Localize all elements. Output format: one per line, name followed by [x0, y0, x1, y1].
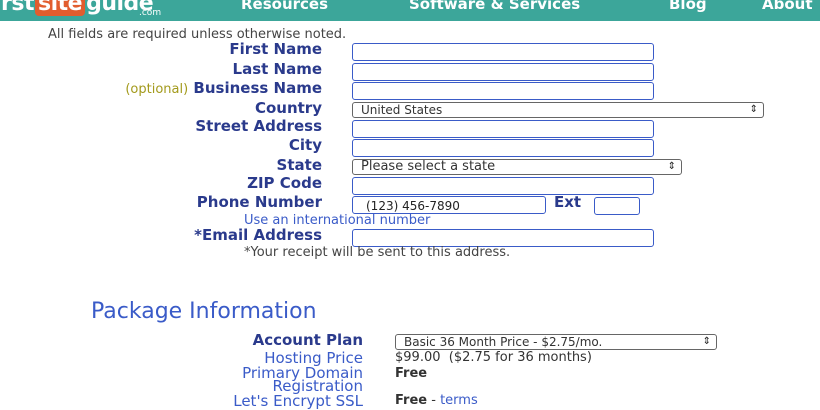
logo-subtext: .com	[139, 8, 162, 18]
country-label: Country	[254, 99, 322, 117]
ssl-terms-link[interactable]: terms	[440, 393, 478, 408]
account-plan-selected-value: Basic 36 Month Price - $2.75/mo.	[404, 335, 603, 349]
up-down-chevron-icon: ⇕	[667, 161, 676, 172]
business-name-input[interactable]	[352, 82, 654, 100]
phone-number-label: Phone Number	[196, 193, 322, 211]
site-logo[interactable]: irstsiteguide	[0, 0, 154, 16]
account-plan-select[interactable]: Basic 36 Month Price - $2.75/mo. ⇕	[395, 334, 717, 350]
country-select[interactable]: United States ⇕	[352, 102, 764, 118]
package-information-heading: Package Information	[91, 299, 317, 324]
top-nav-bar: irstsiteguide .com Resources Software & …	[0, 0, 820, 21]
receipt-note: *Your receipt will be sent to this addre…	[244, 245, 511, 260]
business-name-label: Business Name	[193, 79, 322, 97]
phone-number-placeholder: (123) 456-7890	[366, 199, 460, 213]
primary-domain-value: Free	[395, 366, 427, 381]
optional-tag: (optional)	[125, 82, 189, 97]
business-name-label-row: (optional) Business Name	[125, 79, 322, 97]
last-name-input[interactable]	[352, 63, 654, 81]
state-label: State	[276, 156, 322, 174]
nav-resources[interactable]: Resources	[241, 0, 328, 13]
ssl-separator: -	[427, 393, 441, 408]
state-select[interactable]: Please select a state ⇕	[352, 159, 682, 175]
hosting-price-value-row: $99.00 ($2.75 for 36 months)	[395, 350, 592, 365]
first-name-input[interactable]	[352, 43, 654, 61]
first-name-label: First Name	[229, 40, 322, 58]
primary-domain-free: Free	[395, 366, 428, 381]
up-down-chevron-icon: ⇕	[749, 104, 758, 115]
zip-code-input[interactable]	[352, 177, 654, 195]
nav-software-services[interactable]: Software & Services	[409, 0, 580, 13]
city-input[interactable]	[352, 139, 654, 157]
phone-ext-input[interactable]	[594, 197, 640, 215]
ssl-free: Free	[395, 393, 428, 408]
ext-label: Ext	[554, 193, 582, 211]
nav-about[interactable]: About	[762, 0, 813, 13]
ssl-label: Let's Encrypt SSL	[233, 392, 363, 410]
last-name-label: Last Name	[232, 60, 322, 78]
ssl-value-row: Free - terms	[395, 393, 478, 408]
nav-blog[interactable]: Blog	[669, 0, 707, 13]
state-selected-value: Please select a state	[361, 159, 496, 174]
account-plan-label: Account Plan	[252, 331, 363, 349]
street-address-input[interactable]	[352, 120, 654, 138]
email-address-label: *Email Address	[194, 226, 322, 244]
city-label: City	[288, 136, 322, 154]
zip-code-label: ZIP Code	[247, 174, 322, 192]
hosting-price-value: $99.00	[395, 350, 441, 365]
country-selected-value: United States	[361, 103, 443, 117]
street-address-label: Street Address	[195, 117, 322, 135]
logo-text-mid: site	[35, 0, 86, 16]
hosting-price-note: ($2.75 for 36 months)	[448, 350, 592, 365]
logo-text-left: irst	[0, 0, 35, 16]
up-down-chevron-icon: ⇕	[702, 336, 711, 347]
